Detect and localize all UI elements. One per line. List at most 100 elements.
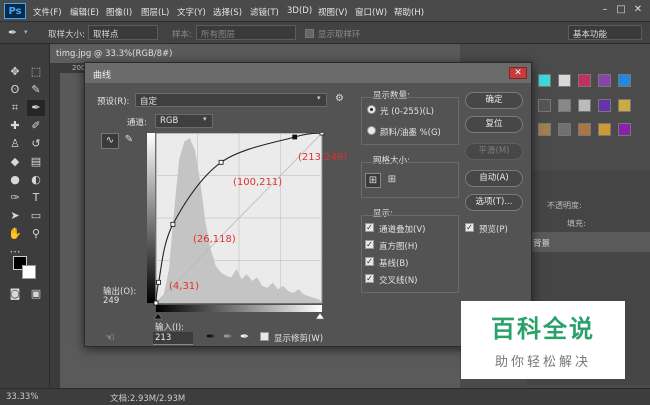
screen-mode-icon[interactable]: ▣ (27, 286, 45, 302)
gradient-tool-icon[interactable]: ▤ (27, 154, 45, 170)
menu-filter[interactable]: 滤镜(T) (250, 6, 279, 18)
curve-point-tool-icon[interactable]: ∿ (101, 133, 119, 149)
show-ring-label: 显示取样环 (318, 30, 361, 40)
input-gradient-bar (156, 305, 322, 312)
hand-tool-icon[interactable]: ✋ (6, 226, 24, 242)
smooth-button[interactable]: 平滑(M) (465, 143, 523, 160)
point-label: (100,211) (233, 177, 283, 188)
swatch[interactable] (538, 74, 551, 87)
sample-select[interactable]: 所有图层 (196, 25, 296, 40)
tools-panel: ✥ ⬚ ʘ ✎ ⌗ ✒ ✚ ✐ ♙ ↺ ◆ ▤ ● ◐ ✑ T ➤ ▭ ✋ ⚲ … (0, 44, 50, 388)
menu-image[interactable]: 图像(I) (106, 6, 132, 18)
menu-edit[interactable]: 编辑(E) (70, 6, 99, 18)
white-point-slider (315, 312, 325, 320)
swatch[interactable] (558, 123, 571, 136)
eyedropper-tool-icon[interactable]: ✒ (27, 100, 45, 116)
swatch[interactable] (598, 74, 611, 87)
history-brush-icon[interactable]: ↺ (27, 136, 45, 152)
menu-type[interactable]: 文字(Y) (177, 6, 206, 18)
swatch[interactable] (618, 99, 631, 112)
menu-layer[interactable]: 图层(L) (141, 6, 169, 18)
eyedropper-icon[interactable]: ✒ (8, 26, 17, 39)
output-value[interactable]: 249 (103, 296, 119, 306)
swatch[interactable] (598, 123, 611, 136)
path-select-tool-icon[interactable]: ➤ (6, 208, 24, 224)
show-ring-checkbox[interactable] (305, 29, 314, 38)
options-button[interactable]: 选项(T)... (465, 194, 523, 211)
healing-tool-icon[interactable]: ✚ (6, 118, 24, 134)
swatch[interactable] (538, 99, 551, 112)
minimize-icon[interactable]: – (598, 4, 612, 16)
sample-size-select[interactable]: 取样点 (88, 25, 158, 40)
dialog-titlebar[interactable]: 曲线 ✕ (85, 63, 531, 83)
swatch[interactable] (618, 74, 631, 87)
crop-tool-icon[interactable]: ⌗ (6, 100, 24, 116)
marquee-tool-icon[interactable]: ⬚ (27, 64, 45, 80)
fill-label: 填充: (567, 219, 586, 228)
menu-help[interactable]: 帮助(H) (394, 6, 424, 18)
menu-3d[interactable]: 3D(D) (287, 6, 312, 16)
channel-overlay-label: 通道叠加(V) (379, 225, 426, 235)
swatch[interactable] (558, 74, 571, 87)
quick-mask-icon[interactable]: ◙ (6, 286, 24, 302)
pen-tool-icon[interactable]: ✑ (6, 190, 24, 206)
channel-overlay-checkbox[interactable]: ✓ (365, 223, 374, 232)
auto-button[interactable]: 自动(A) (465, 170, 523, 187)
zoom-tool-icon[interactable]: ⚲ (27, 226, 45, 242)
lasso-tool-icon[interactable]: ʘ (6, 82, 24, 98)
preset-options-icon[interactable]: ⚙ (335, 93, 344, 104)
menu-window[interactable]: 窗口(W) (355, 6, 387, 18)
intersection-checkbox[interactable]: ✓ (365, 274, 374, 283)
pencil-icon[interactable]: ✎ (121, 133, 137, 149)
preview-checkbox[interactable]: ✓ (465, 223, 474, 232)
baseline-checkbox[interactable]: ✓ (365, 257, 374, 266)
close-icon[interactable]: ✕ (509, 67, 527, 79)
workspace-select[interactable]: 基本功能 (568, 25, 642, 40)
light-label: 光 (0-255)(L) (380, 107, 434, 117)
black-eyedropper-icon[interactable]: ✒ (206, 330, 215, 343)
preset-select[interactable]: 自定 (135, 93, 327, 107)
shape-tool-icon[interactable]: ▭ (27, 208, 45, 224)
maximize-icon[interactable]: □ (614, 4, 628, 16)
menu-view[interactable]: 视图(V) (318, 6, 347, 18)
watermark-title: 百科全说 (491, 315, 595, 343)
background-color-swatch[interactable] (22, 265, 36, 279)
target-adjust-icon[interactable]: ☜ (105, 331, 115, 344)
swatch[interactable] (558, 99, 571, 112)
histogram-checkbox[interactable]: ✓ (365, 240, 374, 249)
zoom-level[interactable]: 33.33% (6, 392, 38, 402)
swatch[interactable] (578, 74, 591, 87)
layer-row[interactable]: 背景 (527, 232, 650, 252)
document-tab[interactable]: timg.jpg @ 33.3%(RGB/8#) (50, 46, 173, 63)
reset-button[interactable]: 复位 (465, 116, 523, 133)
stamp-tool-icon[interactable]: ♙ (6, 136, 24, 152)
white-eyedropper-icon[interactable]: ✒ (240, 330, 249, 343)
dodge-tool-icon[interactable]: ◐ (27, 172, 45, 188)
pigment-radio[interactable] (367, 126, 376, 135)
eraser-tool-icon[interactable]: ◆ (6, 154, 24, 170)
curve-control-point (153, 300, 159, 306)
swatch[interactable] (578, 99, 591, 112)
light-radio[interactable] (367, 105, 376, 114)
show-clipping-checkbox[interactable] (260, 332, 269, 341)
baseline-label: 基线(B) (379, 259, 409, 269)
grid-detailed-icon[interactable]: ⊞ (384, 173, 400, 188)
gray-eyedropper-icon[interactable]: ✒ (223, 330, 232, 343)
chevron-down-icon[interactable]: ▾ (24, 28, 28, 36)
swatch[interactable] (538, 123, 551, 136)
document-tab-title: timg.jpg @ 33.3%(RGB/8#) (56, 49, 173, 59)
swatch[interactable] (618, 123, 631, 136)
brush-tool-icon[interactable]: ✐ (27, 118, 45, 134)
blur-tool-icon[interactable]: ● (6, 172, 24, 188)
swatch[interactable] (598, 99, 611, 112)
close-window-icon[interactable]: ✕ (631, 4, 645, 16)
grid-simple-icon[interactable]: ⊞ (365, 173, 381, 188)
quick-select-tool-icon[interactable]: ✎ (27, 82, 45, 98)
input-value[interactable]: 213 (153, 332, 193, 345)
text-tool-icon[interactable]: T (27, 190, 45, 206)
move-tool-icon[interactable]: ✥ (6, 64, 24, 80)
menu-file[interactable]: 文件(F) (33, 6, 62, 18)
ok-button[interactable]: 确定 (465, 92, 523, 109)
menu-select[interactable]: 选择(S) (213, 6, 242, 18)
swatch[interactable] (578, 123, 591, 136)
